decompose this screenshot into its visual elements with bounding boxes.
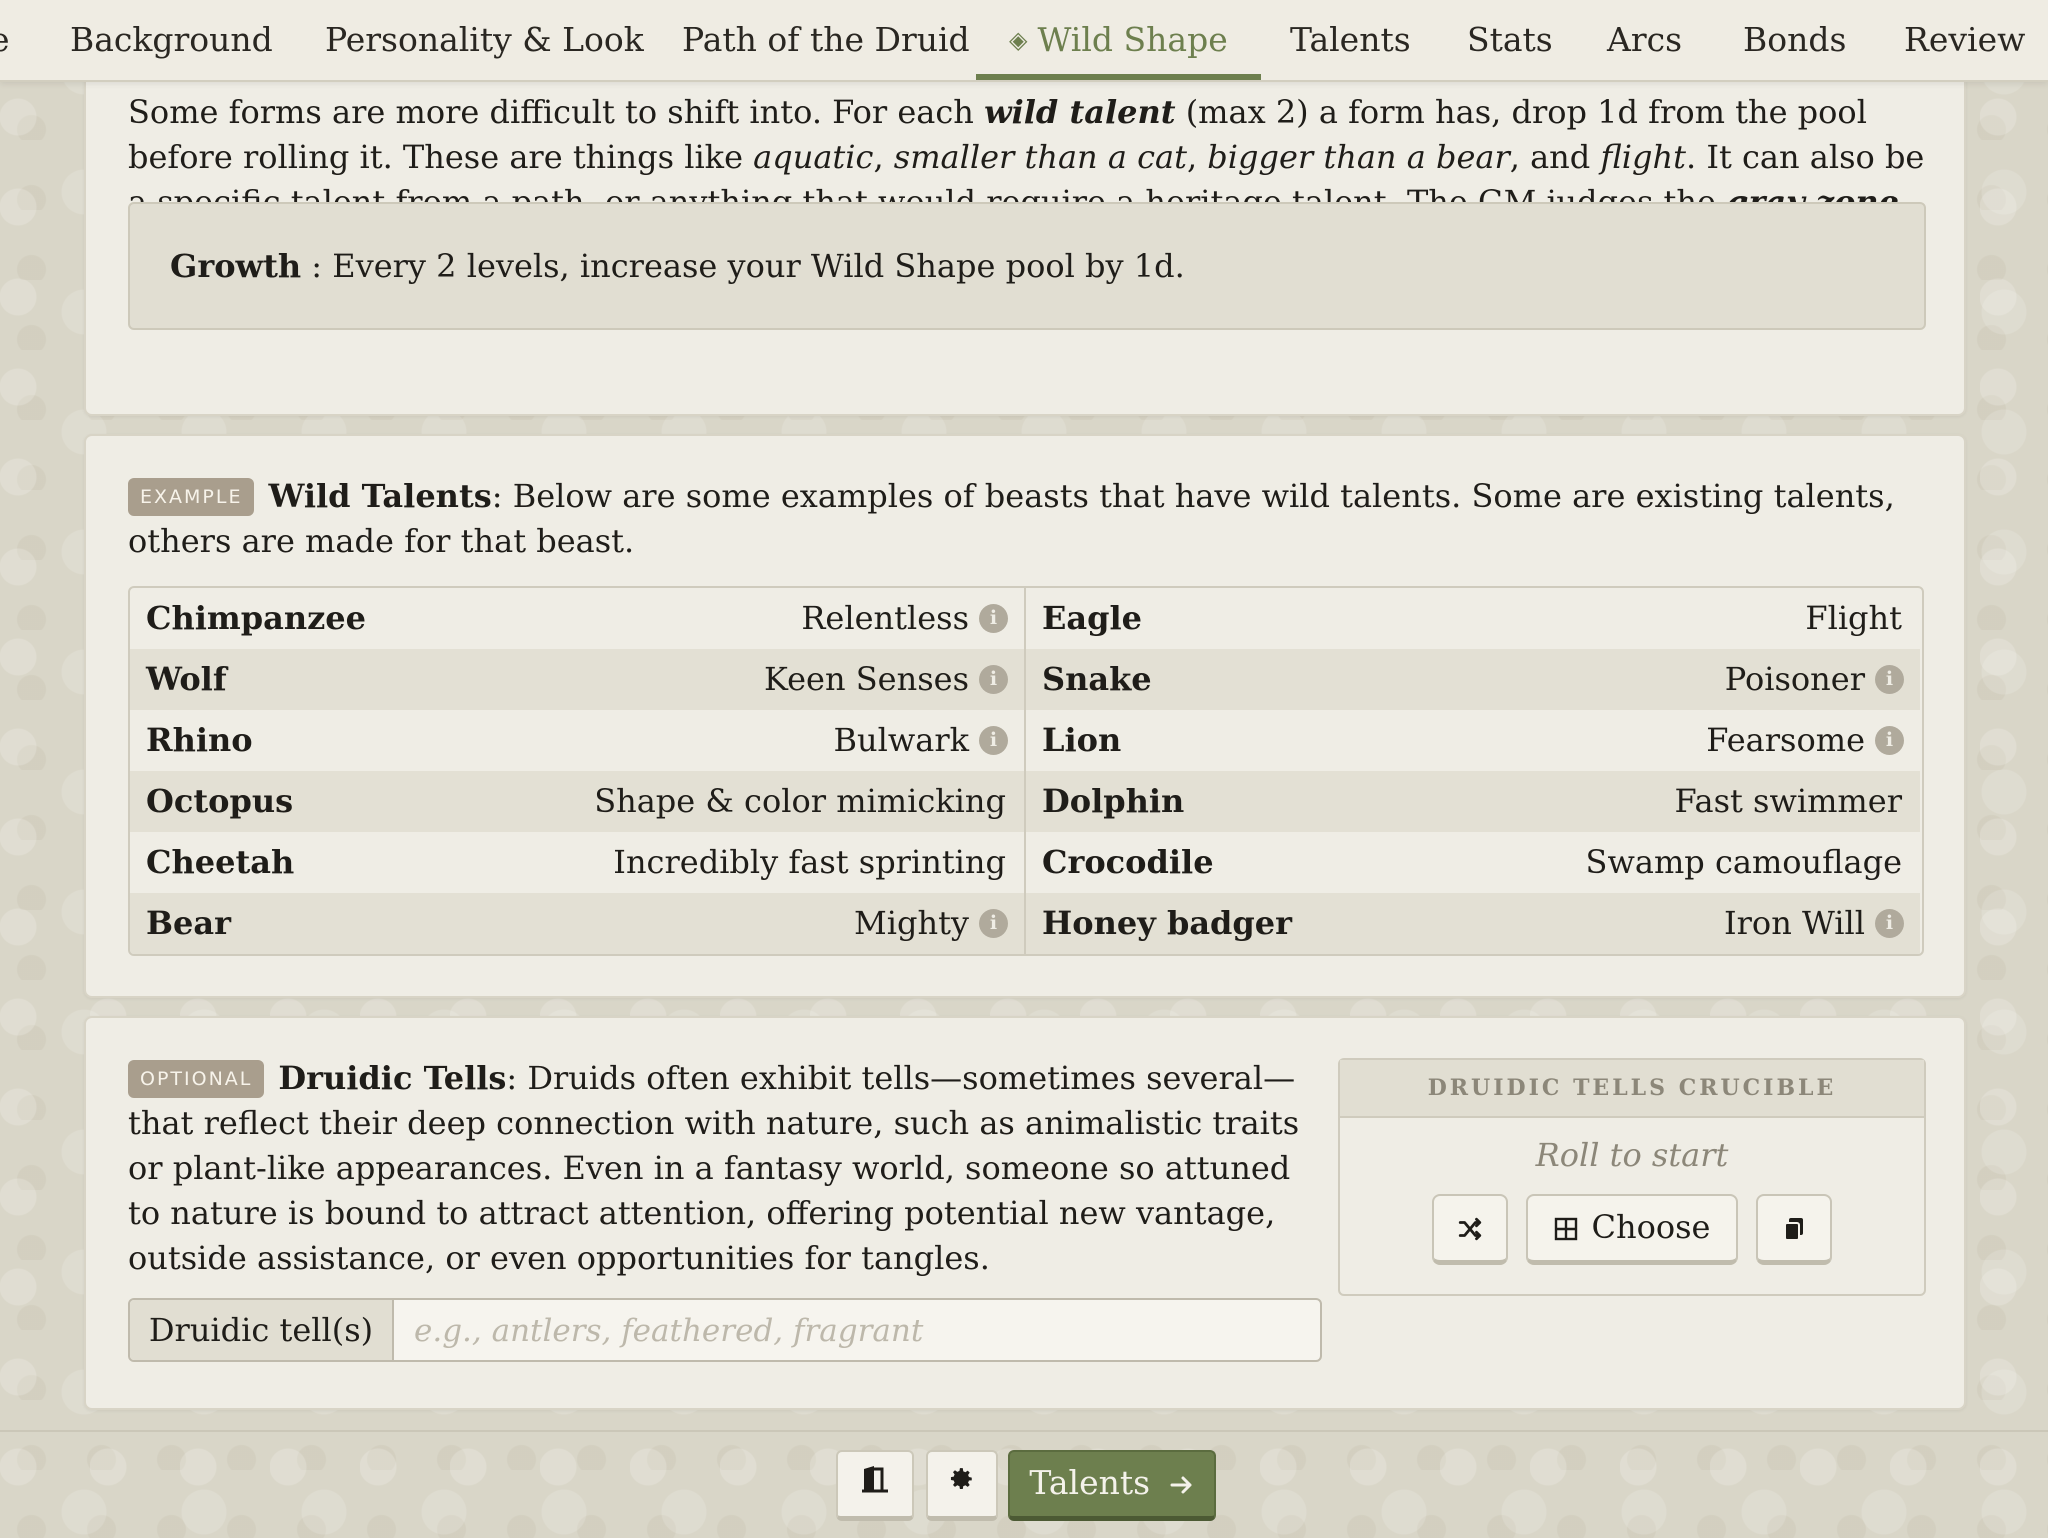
info-icon[interactable]: i (979, 665, 1008, 694)
table-row: Honey badger Iron Will i (1026, 893, 1920, 954)
growth-label: Growth (170, 247, 302, 285)
shuffle-button[interactable] (1432, 1194, 1508, 1265)
druidic-tells-field-label: Druidic tell(s) (130, 1300, 394, 1360)
table-row: Eagle Flight (1042, 599, 1902, 637)
table-row: Lion Fearsome i (1026, 710, 1920, 771)
table-row: Rhino Bulwark i (130, 710, 1024, 771)
next-talents-button[interactable]: Talents (1008, 1450, 1216, 1521)
wild-talents-intro: EXAMPLE Wild Talents: Below are some exam… (128, 477, 1895, 560)
wild-talents-column-right: Eagle Flight Snake Poisoner i Lion Fears… (1026, 588, 1920, 954)
crucible-status: Roll to start (1535, 1136, 1729, 1174)
exit-door-icon (862, 1466, 888, 1493)
choose-button[interactable]: Choose (1526, 1194, 1738, 1265)
settings-button[interactable] (926, 1450, 998, 1521)
tab-talents[interactable]: Talents (1290, 0, 1411, 80)
optional-tag: OPTIONAL (128, 1060, 265, 1098)
info-icon[interactable]: i (979, 604, 1008, 633)
tab-arcs[interactable]: Arcs (1607, 0, 1682, 80)
tab-personality-look[interactable]: Personality & Look (325, 0, 644, 80)
druidic-tells-card: OPTIONAL Druidic Tells: Druids often exhi… (84, 1016, 1966, 1410)
table-row: Wolf Keen Senses i (130, 649, 1024, 710)
tab-wild-shape[interactable]: ◈ Wild Shape (976, 0, 1261, 80)
wild-shape-rules-card: Some forms are more difficult to shift i… (84, 40, 1966, 416)
druidic-tells-field: Druidic tell(s) (128, 1298, 1322, 1362)
table-row: Octopus Shape & color mimicking (130, 771, 1024, 832)
copy-button[interactable] (1756, 1194, 1832, 1265)
exit-button[interactable] (836, 1450, 914, 1521)
table-row: Chimpanzee Relentless i (130, 588, 1024, 649)
choose-label: Choose (1591, 1208, 1711, 1246)
gear-icon (950, 1468, 972, 1489)
growth-text: : Every 2 levels, increase your Wild Sha… (301, 247, 1185, 285)
wild-talents-column-left: Chimpanzee Relentless i Wolf Keen Senses… (130, 588, 1026, 954)
tab-path-of-the-druid[interactable]: Path of the Druid (682, 0, 970, 80)
info-icon[interactable]: i (1875, 665, 1904, 694)
arrow-right-icon (1170, 1476, 1192, 1494)
next-label: Talents (1029, 1463, 1151, 1502)
info-icon[interactable]: i (1875, 909, 1904, 938)
growth-callout: Growth : Every 2 levels, increase your W… (128, 202, 1926, 330)
tab-bonds[interactable]: Bonds (1743, 0, 1846, 80)
info-icon[interactable]: i (979, 909, 1008, 938)
table-row: Dolphin Fast swimmer (1026, 771, 1920, 832)
info-icon[interactable]: i (1875, 726, 1904, 755)
table-row: Snake Poisoner i (1026, 649, 1920, 710)
druidic-tells-crucible: DRUIDIC TELLS CRUCIBLE Roll to start Cho… (1338, 1058, 1926, 1296)
tab-wild-shape-label: Wild Shape (1037, 20, 1228, 59)
tab-stats[interactable]: Stats (1467, 0, 1553, 80)
table-row: Bear Mighty i (130, 893, 1024, 954)
crucible-title: DRUIDIC TELLS CRUCIBLE (1340, 1060, 1924, 1118)
druidic-tells-text: OPTIONAL Druidic Tells: Druids often exhi… (128, 1059, 1300, 1277)
table-row: Cheetah Incredibly fast sprinting (146, 843, 1006, 881)
info-icon[interactable]: i (979, 726, 1008, 755)
step-tab-bar: e Background Personality & Look Path of … (0, 0, 2048, 82)
wild-talents-table: Chimpanzee Relentless i Wolf Keen Senses… (128, 586, 1924, 956)
diamond-icon: ◈ (1009, 26, 1028, 54)
shuffle-icon (1458, 1217, 1482, 1241)
table-row: Crocodile Swamp camouflage (1042, 843, 1902, 881)
grid-icon (1554, 1217, 1577, 1241)
footer-nav: Talents (0, 1430, 2048, 1538)
wild-talents-title: Wild Talents (268, 477, 492, 515)
copy-icon (1784, 1218, 1803, 1241)
tab-review[interactable]: Review (1904, 0, 2025, 80)
druidic-tells-input[interactable] (394, 1300, 1320, 1360)
wild-talents-card: EXAMPLE Wild Talents: Below are some exam… (84, 434, 1966, 998)
tab-partial[interactable]: e (0, 0, 10, 80)
tab-background[interactable]: Background (70, 0, 273, 80)
druidic-tells-title: Druidic Tells (278, 1059, 507, 1097)
example-tag: EXAMPLE (128, 478, 255, 516)
